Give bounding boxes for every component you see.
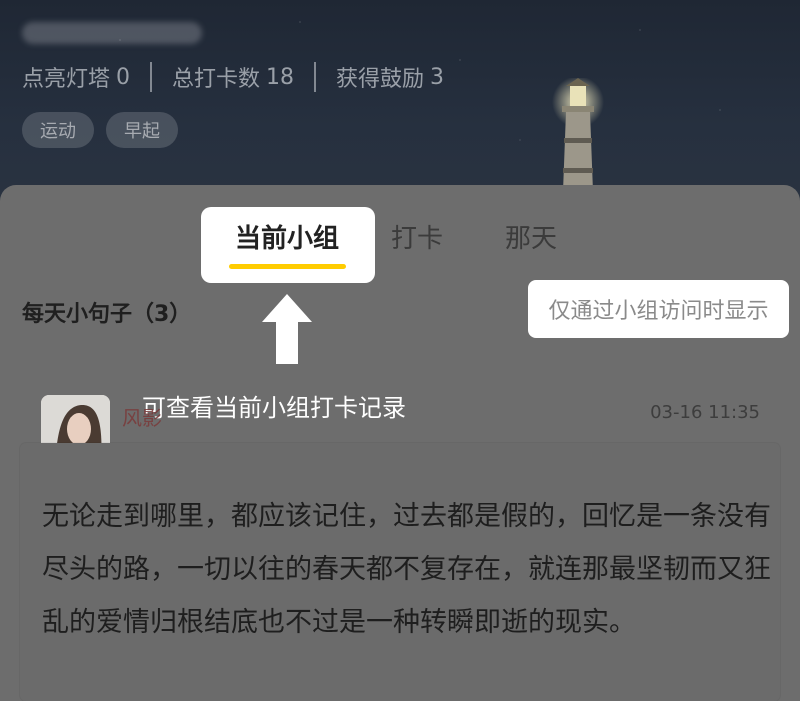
tab-that-day[interactable]: 那天	[505, 218, 557, 255]
group-title: 每天小句子（3）	[22, 302, 192, 327]
tag-early-rise[interactable]: 早起	[106, 112, 178, 148]
post-timestamp: 03-16 11:35	[650, 402, 760, 423]
tab-current-group[interactable]: 当前小组	[235, 218, 339, 255]
stats-bar: 点亮灯塔 0 总打卡数 18 获得鼓励 3	[22, 60, 444, 94]
active-tab-indicator	[229, 264, 346, 269]
stat-encouragements[interactable]: 获得鼓励 3	[336, 61, 444, 93]
tab-checkin[interactable]: 打卡	[391, 218, 443, 255]
stat-label: 点亮灯塔	[22, 67, 111, 92]
post-content: 无论走到哪里，都应该记住，过去都是假的，回忆是一条没有尽头的路，一切以往的春天都…	[42, 501, 771, 638]
stat-value: 0	[116, 64, 131, 90]
stat-lit-lighthouses[interactable]: 点亮灯塔 0	[22, 61, 130, 93]
stat-label: 获得鼓励	[336, 67, 425, 92]
stat-total-checkins[interactable]: 总打卡数 18	[172, 61, 294, 93]
stat-label: 总打卡数	[172, 67, 261, 92]
arrow-up-icon	[262, 294, 312, 364]
stat-value: 3	[430, 64, 445, 90]
stat-value: 18	[266, 64, 295, 90]
blurred-username	[22, 22, 202, 44]
tag-list: 运动 早起	[22, 112, 178, 148]
stat-divider	[150, 62, 153, 92]
tag-sport[interactable]: 运动	[22, 112, 94, 148]
callout-text: 可查看当前小组打卡记录	[142, 394, 406, 422]
stat-divider	[314, 62, 317, 92]
visibility-note: 仅通过小组访问时显示	[528, 280, 789, 338]
post-username[interactable]: 风影	[122, 402, 162, 431]
